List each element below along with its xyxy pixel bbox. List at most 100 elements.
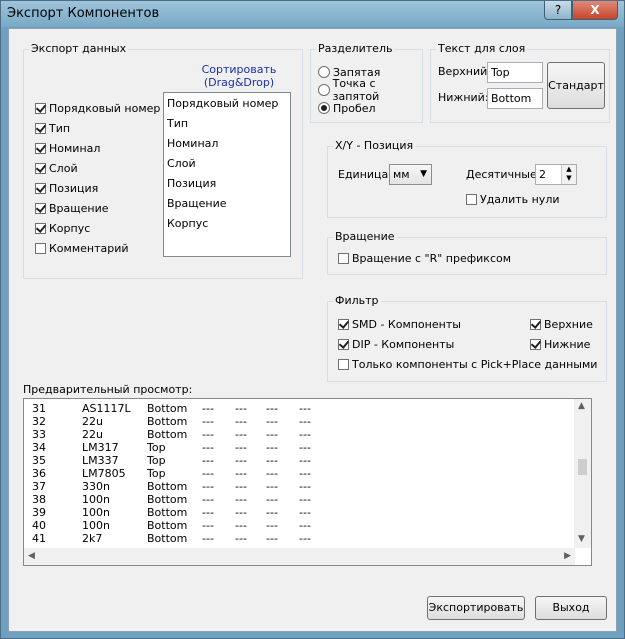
preview-cell: Bottom	[147, 532, 188, 545]
scroll-thumb[interactable]	[578, 459, 587, 475]
exit-button[interactable]: Выход	[535, 596, 607, 620]
export-check-box[interactable]	[35, 162, 46, 174]
preview-cell: 36	[32, 467, 46, 480]
preview-cell: ---	[235, 480, 247, 493]
preview-cell: ---	[235, 506, 247, 519]
radio-button[interactable]	[318, 84, 330, 96]
preview-cell: ---	[235, 467, 247, 480]
export-check-box[interactable]	[35, 202, 46, 214]
smd-box[interactable]	[338, 318, 349, 330]
export-check-1[interactable]: Тип	[35, 120, 70, 136]
preview-cell: ---	[235, 532, 247, 545]
smd-checkbox[interactable]: SMD - Компоненты	[338, 316, 461, 332]
unit-select[interactable]: мм ▼	[389, 164, 432, 185]
sort-order-list[interactable]: Порядковый номер Тип Номинал Слой Позиция Вра…	[163, 92, 291, 257]
preview-cell: 38	[32, 493, 46, 506]
bottom-layer-input[interactable]: Bottom	[487, 88, 543, 109]
vertical-scrollbar[interactable]: ▲ ▼	[574, 399, 591, 548]
preview-area[interactable]: 31 AS1117L Bottom --- --- --- --- 32 22u Bottom --…	[23, 398, 592, 566]
preview-cell: ---	[235, 441, 247, 454]
preview-cell: AS1117L	[82, 402, 131, 415]
preview-cell: ---	[299, 467, 311, 480]
export-check-box[interactable]	[35, 122, 46, 134]
export-check-label: Номинал	[49, 141, 101, 155]
preview-cell: 100n	[82, 519, 110, 532]
standard-button[interactable]: Стандарт	[547, 62, 605, 109]
sort-list-item[interactable]: Слой	[164, 154, 290, 174]
sort-list-item[interactable]: Корпус	[164, 214, 290, 234]
separator-group: Разделитель Запятая Точка с запятой Пробел	[310, 42, 423, 123]
sort-list-item[interactable]: Вращение	[164, 194, 290, 214]
scroll-down-icon[interactable]: ▼	[578, 534, 585, 544]
scroll-up-icon[interactable]: ▲	[578, 401, 585, 411]
preview-cell: 37	[32, 480, 46, 493]
bottom-filter-box[interactable]	[530, 338, 541, 350]
preview-cell: LM7805	[82, 467, 126, 480]
export-check-5[interactable]: Вращение	[35, 200, 109, 216]
close-button[interactable]: X	[572, 1, 618, 20]
export-check-2[interactable]: Номинал	[35, 140, 100, 156]
spinner-arrows-icon[interactable]: ▲ ▼	[561, 165, 576, 184]
preview-cell: 41	[32, 532, 46, 545]
dip-checkbox[interactable]: DIP - Компоненты	[338, 336, 454, 352]
preview-cell: ---	[202, 441, 214, 454]
pick-place-label: Только компоненты с Pick+Place данными	[352, 357, 598, 371]
export-check-label: Позиция	[49, 181, 99, 195]
preview-cell: ---	[299, 441, 311, 454]
dip-box[interactable]	[338, 338, 349, 350]
unit-value: мм	[393, 168, 410, 181]
radio-button[interactable]	[318, 66, 330, 78]
decimals-spinner[interactable]: 2 ▲ ▼	[535, 164, 577, 185]
preview-cell: ---	[299, 506, 311, 519]
xy-position-label: X/Y - Позиция	[333, 139, 416, 152]
export-check-box[interactable]	[35, 102, 46, 114]
export-check-3[interactable]: Слой	[35, 160, 78, 176]
preview-cell: ---	[202, 493, 214, 506]
radio-button[interactable]	[318, 102, 330, 114]
preview-cell: 32	[32, 415, 46, 428]
sort-list-item[interactable]: Номинал	[164, 134, 290, 154]
export-check-0[interactable]: Порядковый номер	[35, 100, 160, 116]
export-check-box[interactable]	[35, 182, 46, 194]
preview-cell: ---	[266, 467, 278, 480]
preview-cell: ---	[299, 415, 311, 428]
sort-list-item[interactable]: Порядковый номер	[164, 94, 290, 114]
pick-place-box[interactable]	[338, 358, 349, 370]
top-layer-input[interactable]: Top	[487, 62, 543, 83]
export-check-label: Порядковый номер	[49, 101, 161, 115]
separator-option-1[interactable]: Точка с запятой	[318, 77, 422, 103]
top-filter-checkbox[interactable]: Верхние	[530, 316, 593, 332]
export-check-6[interactable]: Корпус	[35, 220, 90, 236]
preview-cell: 34	[32, 441, 46, 454]
pick-place-checkbox[interactable]: Только компоненты с Pick+Place данными	[338, 356, 597, 372]
preview-cell: ---	[202, 415, 214, 428]
preview-cell: ---	[235, 519, 247, 532]
export-check-box[interactable]	[35, 222, 46, 234]
scroll-right-icon[interactable]: ▶	[564, 551, 571, 561]
remove-zeros-box[interactable]	[466, 193, 477, 205]
bottom-filter-checkbox[interactable]: Нижние	[530, 336, 590, 352]
remove-zeros-checkbox[interactable]: Удалить нули	[466, 191, 560, 207]
rotation-prefix-box[interactable]	[338, 252, 349, 264]
preview-cell: 22u	[82, 415, 103, 428]
scroll-left-icon[interactable]: ◀	[28, 551, 35, 561]
export-check-7[interactable]: Комментарий	[35, 240, 129, 256]
export-check-4[interactable]: Позиция	[35, 180, 98, 196]
bottom-filter-label: Нижние	[544, 337, 591, 351]
help-button[interactable]: ?	[544, 1, 572, 20]
sort-list-item[interactable]: Позиция	[164, 174, 290, 194]
top-filter-label: Верхние	[544, 317, 593, 331]
preview-cell: ---	[299, 519, 311, 532]
separator-option-2[interactable]: Пробел	[318, 100, 376, 116]
horizontal-scrollbar[interactable]: ◀ ▶	[24, 548, 575, 565]
export-check-box[interactable]	[35, 242, 46, 254]
export-check-box[interactable]	[35, 142, 46, 154]
decimals-label: Десятичные:	[466, 168, 541, 181]
rotation-prefix-checkbox[interactable]: Вращение с "R" префиксом	[338, 250, 511, 266]
export-button[interactable]: Экспортировать	[427, 596, 525, 620]
sort-list-item[interactable]: Тип	[164, 114, 290, 134]
bottom-layer-label: Нижний:	[438, 91, 489, 104]
title-bar[interactable]: Экспорт Компонентов ? X	[1, 1, 624, 27]
top-layer-label: Верхний:	[438, 65, 492, 78]
top-filter-box[interactable]	[530, 318, 541, 330]
